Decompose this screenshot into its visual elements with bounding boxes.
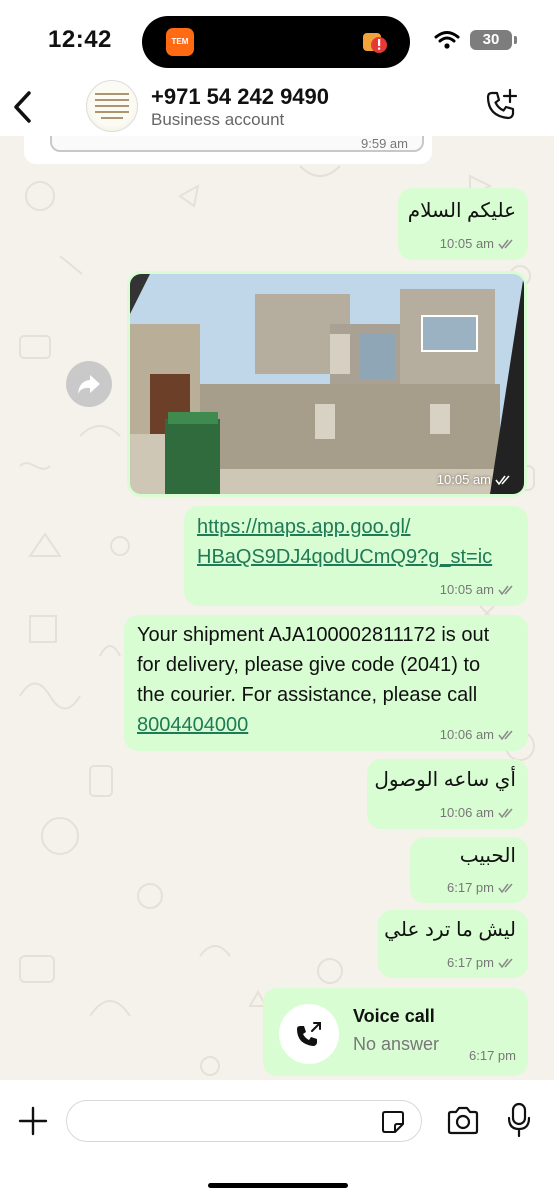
contact-name[interactable]: +971 54 242 9490 xyxy=(151,84,329,110)
message-meta: 10:05 am xyxy=(440,236,516,251)
message-text: ليش ما ترد علي xyxy=(384,919,516,941)
chat-area[interactable]: 9:59 am عليكم السلام 10:05 am 10:05 am h… xyxy=(0,136,554,1080)
call-status: No answer xyxy=(353,1034,440,1054)
business-account-label: Business account xyxy=(151,110,285,129)
outgoing-message[interactable]: Your shipment AJA100002811172 is out for… xyxy=(124,615,528,751)
link-preview-card[interactable]: 9:59 am xyxy=(50,136,424,152)
message-time: 10:06 am xyxy=(439,805,494,820)
forward-icon xyxy=(78,375,100,394)
message-input[interactable] xyxy=(66,1100,422,1142)
message-time: 10:06 am xyxy=(439,727,494,742)
sticker-icon[interactable] xyxy=(381,1110,405,1134)
map-link-line2[interactable]: HBaQS9DJ4qodUCmQ9?g_st=ic xyxy=(197,542,492,572)
home-indicator[interactable] xyxy=(208,1183,348,1188)
outgoing-message[interactable]: أي ساعه الوصول 10:06 am xyxy=(367,759,528,829)
message-time: 10:05 am xyxy=(436,472,491,487)
message-meta: 6:17 pm xyxy=(447,955,516,970)
double-check-icon xyxy=(498,730,513,740)
alert-app-icon[interactable] xyxy=(362,27,388,55)
message-time: 10:05 am xyxy=(439,236,494,251)
house-photo[interactable] xyxy=(130,274,524,494)
message-meta: 6:17 pm xyxy=(447,880,516,895)
double-check-icon xyxy=(498,239,513,249)
outgoing-message[interactable]: عليكم السلام 10:05 am xyxy=(398,188,528,260)
message-line: Your shipment AJA100002811172 is out xyxy=(137,624,490,646)
missed-call-outgoing-icon xyxy=(297,1022,321,1046)
status-bar: 12:42 TEM 30 xyxy=(0,0,554,80)
incoming-message-clipped[interactable]: 9:59 am xyxy=(24,136,432,164)
message-time: 6:17 pm xyxy=(447,880,494,895)
call-icon-badge xyxy=(279,1004,339,1064)
message-line: the courier. For assistance, please call xyxy=(137,684,478,706)
message-time: 9:59 am xyxy=(361,136,408,151)
microphone-icon[interactable] xyxy=(506,1102,532,1138)
outgoing-link-message[interactable]: https://maps.app.goo.gl/ HBaQS9DJ4qodUCm… xyxy=(184,506,528,606)
message-line: for delivery, please give code (2041) to xyxy=(137,654,481,676)
plus-icon[interactable] xyxy=(18,1106,48,1136)
message-meta: 10:06 am xyxy=(440,805,516,820)
dynamic-island[interactable]: TEM xyxy=(142,16,410,68)
double-check-icon xyxy=(498,958,513,968)
outgoing-message[interactable]: ليش ما ترد علي 6:17 pm xyxy=(378,910,528,978)
avatar[interactable] xyxy=(86,80,138,132)
message-text: أي ساعه الوصول xyxy=(374,769,516,791)
forward-button[interactable] xyxy=(66,361,112,407)
double-check-icon xyxy=(498,808,513,818)
phone-add-icon[interactable] xyxy=(484,88,518,122)
camera-icon[interactable] xyxy=(446,1106,480,1136)
message-text: عليكم السلام xyxy=(407,200,516,222)
message-text: الحبيب xyxy=(459,845,516,867)
status-time: 12:42 xyxy=(48,26,112,53)
message-meta: 10:05 am xyxy=(440,582,516,597)
message-time: 6:17 pm xyxy=(447,955,494,970)
outgoing-message[interactable]: الحبيب 6:17 pm xyxy=(410,837,528,903)
message-time: 6:17 pm xyxy=(469,1048,516,1063)
double-check-icon xyxy=(498,585,513,595)
double-check-icon xyxy=(498,883,513,893)
double-check-icon xyxy=(495,475,510,485)
message-meta: 10:05 am xyxy=(437,472,513,487)
message-meta: 6:17 pm xyxy=(469,1048,516,1063)
chevron-left-icon[interactable] xyxy=(12,90,34,124)
call-title: Voice call xyxy=(353,1006,435,1026)
input-bar xyxy=(0,1080,554,1200)
wifi-icon xyxy=(434,31,460,49)
battery-indicator: 30 xyxy=(470,30,517,50)
status-indicators: 30 xyxy=(434,30,517,50)
chat-header: +971 54 242 9490 Business account xyxy=(0,80,554,136)
outgoing-image-message[interactable]: 10:05 am xyxy=(127,271,527,497)
voice-call-message[interactable]: Voice call No answer 6:17 pm xyxy=(263,988,528,1076)
shopping-app-icon[interactable]: TEM xyxy=(166,28,194,56)
phone-link[interactable]: 8004404000 xyxy=(137,710,248,740)
message-time: 10:05 am xyxy=(439,582,494,597)
map-link-line1[interactable]: https://maps.app.goo.gl/ xyxy=(197,512,410,542)
message-meta: 10:06 am xyxy=(440,727,516,742)
